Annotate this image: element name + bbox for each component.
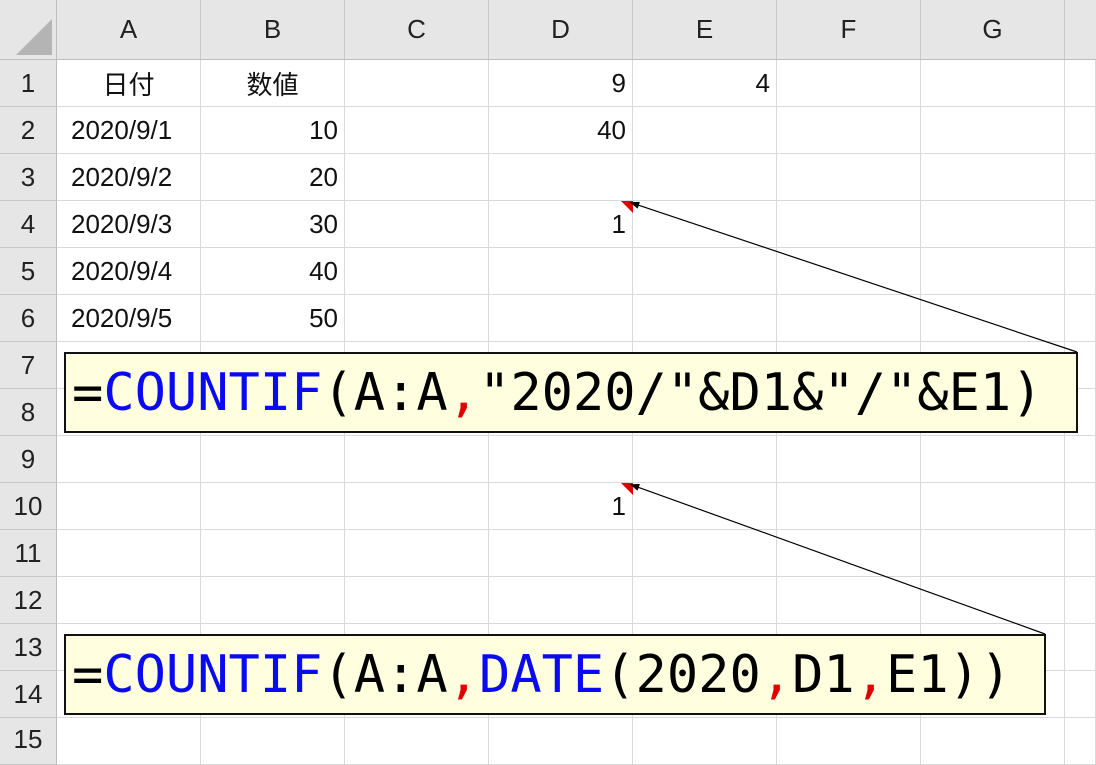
argument-separator: ,: [760, 644, 793, 705]
equals-sign: =: [72, 362, 104, 423]
argument-day: E1)): [886, 644, 1012, 705]
connector-line-1: [629, 201, 1078, 353]
argument-range: (A:A: [322, 644, 448, 705]
argument-separator: ,: [854, 644, 887, 705]
function-name-countif: COUNTIF: [103, 644, 323, 705]
argument-separator: ,: [447, 362, 480, 423]
connector-line-2: [629, 484, 1046, 635]
function-name-date: DATE: [479, 644, 605, 705]
argument-criteria: "2020/"&D1&"/"&E1): [479, 362, 1043, 423]
argument-month: D1: [792, 644, 855, 705]
argument-separator: ,: [447, 644, 480, 705]
equals-sign: =: [72, 644, 104, 705]
formula-callout-1: = COUNTIF (A:A, "2020/"&D1&"/"&E1): [64, 352, 1078, 433]
spreadsheet: A B C D E F G 1 2 3 4 5 6 7 8 9 10 11 12…: [0, 0, 1096, 765]
function-name-countif: COUNTIF: [103, 362, 323, 423]
formula-callout-2: = COUNTIF (A:A, DATE (2020, D1, E1)): [64, 634, 1046, 715]
argument-year: (2020: [604, 644, 761, 705]
argument-range: (A:A: [322, 362, 448, 423]
